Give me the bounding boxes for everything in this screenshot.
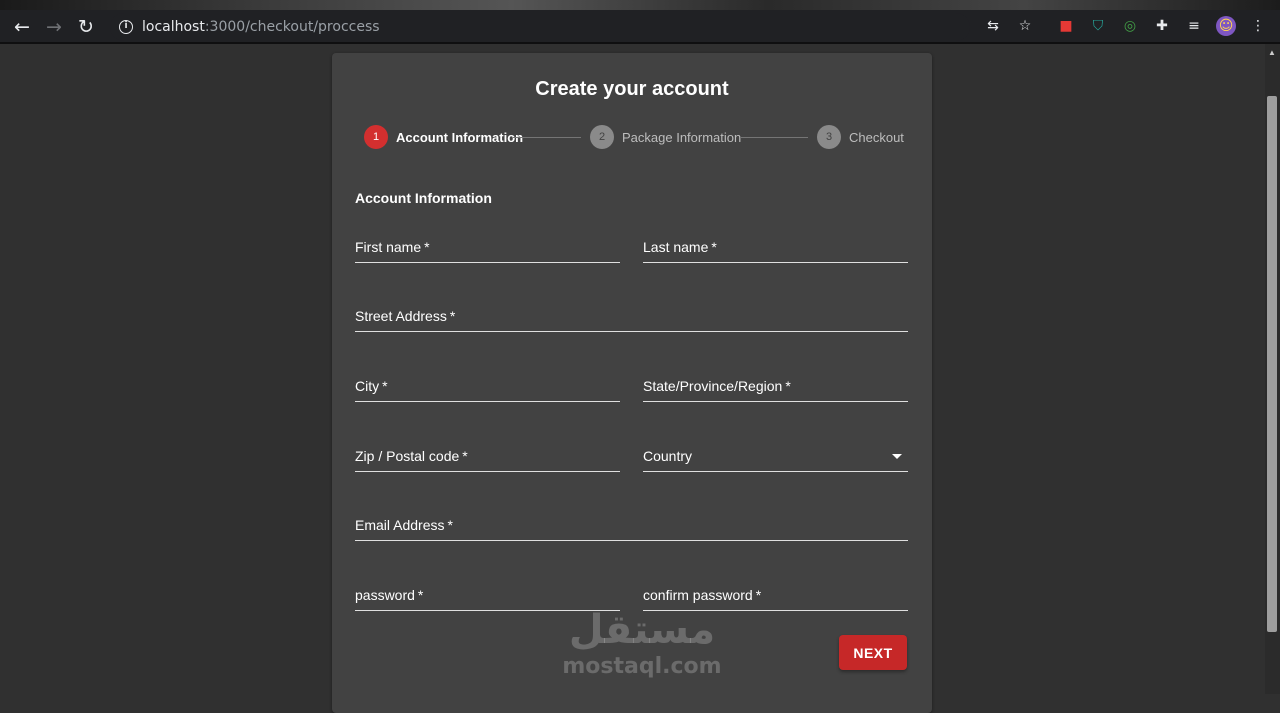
first-name-input[interactable] [355, 231, 620, 262]
first-name-field[interactable]: First name * [355, 231, 620, 263]
reload-icon[interactable]: ↻ [74, 15, 98, 39]
step-connector [741, 137, 808, 138]
watermark-latin: mostaql.com [562, 654, 722, 679]
address-bar[interactable]: i localhost:3000/checkout/proccess [110, 13, 970, 41]
city-input[interactable] [355, 370, 620, 401]
step-label: Package Information [622, 130, 742, 145]
last-name-field[interactable]: Last name * [643, 231, 908, 263]
zip-code-field[interactable]: Zip / Postal code * [355, 440, 620, 472]
extension-shield-icon[interactable]: ⛉ [1088, 16, 1108, 36]
tab-strip [0, 0, 1280, 10]
street-address-field[interactable]: Street Address * [355, 300, 908, 332]
profile-avatar[interactable]: ☺ [1216, 16, 1236, 36]
step-label: Checkout [849, 130, 904, 145]
state-region-input[interactable] [643, 370, 908, 401]
menu-dots-icon[interactable]: ⋮ [1248, 16, 1268, 36]
translate-icon[interactable]: ⇆ [983, 16, 1003, 36]
step-connector [513, 137, 581, 138]
country-label: Country [643, 448, 693, 464]
step-number-badge: 3 [817, 125, 841, 149]
dropdown-arrow-icon[interactable] [892, 454, 902, 459]
url-text[interactable]: localhost:3000/checkout/proccess [142, 19, 380, 35]
extensions-puzzle-icon[interactable]: ✚ [1152, 16, 1172, 36]
next-button[interactable]: NEXT [839, 635, 907, 670]
bookmark-star-icon[interactable]: ☆ [1015, 16, 1035, 36]
back-icon[interactable]: ← [10, 15, 34, 39]
media-queue-icon[interactable]: ≡ [1184, 16, 1204, 36]
signup-card: Create your account 1 Account Informatio… [332, 53, 932, 713]
step-number-badge: 1 [364, 125, 388, 149]
watermark-arabic: مستقل [568, 607, 716, 653]
browser-toolbar: ← → ↻ i localhost:3000/checkout/proccess… [0, 10, 1280, 44]
city-field[interactable]: City * [355, 370, 620, 402]
extension-circle-icon[interactable]: ◎ [1120, 16, 1140, 36]
last-name-input[interactable] [643, 231, 908, 262]
state-region-field[interactable]: State/Province/Region * [643, 370, 908, 402]
section-title: Account Information [355, 190, 492, 206]
mostaql-watermark: مستقل mostaql.com [562, 608, 722, 679]
country-select[interactable]: Country [643, 440, 908, 472]
site-info-icon[interactable]: i [119, 20, 133, 34]
page-title: Create your account [535, 78, 729, 100]
scroll-up-icon[interactable]: ▲ [1267, 48, 1277, 60]
forward-icon[interactable]: → [42, 15, 66, 39]
email-input[interactable] [355, 509, 908, 540]
email-field[interactable]: Email Address * [355, 509, 908, 541]
password-input[interactable] [355, 579, 620, 610]
extension-red-icon[interactable]: ■ [1056, 16, 1076, 36]
street-address-input[interactable] [355, 300, 908, 331]
scrollbar-thumb[interactable] [1267, 96, 1277, 632]
confirm-password-input[interactable] [643, 579, 908, 610]
step-label: Account Information [396, 130, 524, 145]
step-number-badge: 2 [590, 125, 614, 149]
zip-code-input[interactable] [355, 440, 620, 471]
